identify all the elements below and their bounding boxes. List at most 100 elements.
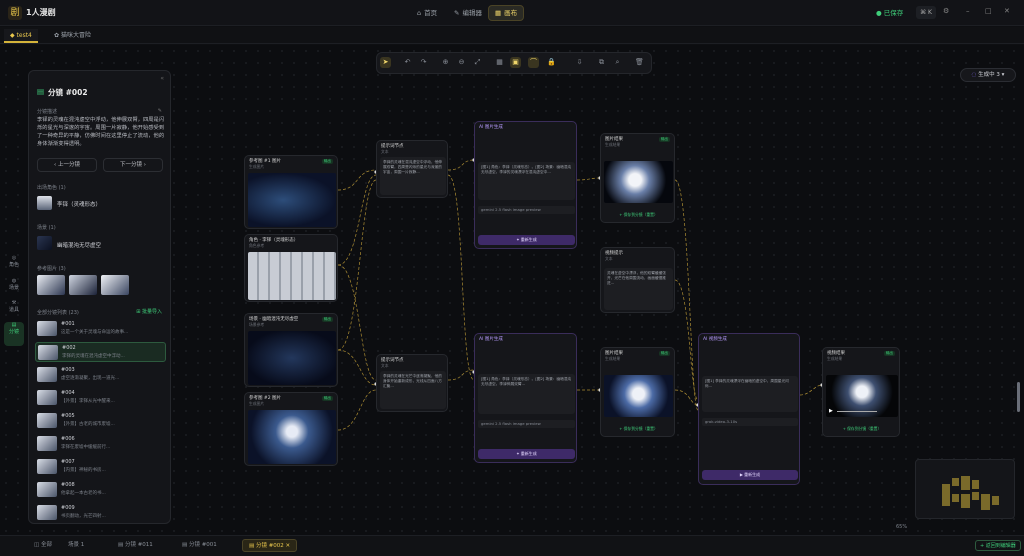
model-select[interactable]: gemini 2.5 flash image preview <box>478 206 575 214</box>
zoom-in-icon[interactable]: ⊕ <box>440 57 451 68</box>
rail-scenes[interactable]: ◍ 场景 <box>4 278 24 302</box>
shot-text: 虚空逐渐凝聚，出现一道光... <box>61 376 120 381</box>
node-subtitle: 生成结果 <box>605 356 621 361</box>
gen-prompt[interactable]: [图1] 角色：李铎（灵魂形态）。[图2] 场景：幽暗混沌无尽虚空。李铎的灵魂漂… <box>478 162 575 200</box>
shot-id: #003 <box>61 367 75 373</box>
character-node[interactable]: 角色 · 李铎（灵魂形态） 角色参考 <box>244 234 338 302</box>
shot-list-item[interactable]: #007 【内景】神秘的书房... <box>35 457 166 477</box>
shot-list-item[interactable]: #005 【外景】古老的城市废墟... <box>35 411 166 431</box>
references-label: 参考图片 (3) <box>37 266 66 272</box>
model-select[interactable]: grok-video-3-10s <box>702 418 798 426</box>
gen-prompt[interactable]: [图1] 角色：李铎（灵魂形态）。[图2] 场景：幽暗混沌无尽虚空。李铎伸展双臂… <box>478 374 575 414</box>
prompt-text[interactable]: 李铎的灵魂在混沌虚空中浮动，他伸展双臂，四周是闪烁的星光与深邃的宇宙，周围一片寂… <box>380 157 446 195</box>
image-node[interactable]: 参考图 #2 图片 生成图片 输出 <box>244 392 338 466</box>
canvas-scrollbar[interactable] <box>1017 382 1020 412</box>
connection-line <box>337 179 377 351</box>
next-shot-button[interactable]: 下一分镜 › <box>103 158 163 172</box>
video-progress-bar[interactable] <box>837 411 877 412</box>
image-node[interactable]: 参考图 #1 图片 生成图片 输出 <box>244 155 338 229</box>
result-image <box>604 375 673 417</box>
video-prompt-node[interactable]: 视频提示 文本 灵魂在虚空中漂浮，他的双臂缓缓张开，光芒在他周围流动，画面缓慢推… <box>600 247 675 313</box>
batch-import-button[interactable]: ⊞ 批量导入 <box>136 308 162 315</box>
scene-thumbnail[interactable] <box>37 236 52 250</box>
save-to-shot-button[interactable]: + 保存到分镜（重置） <box>826 426 898 432</box>
prompt-node[interactable]: 提示词节点 文本 李铎的灵魂在光芒中逐渐凝聚，他的身体开始重新成形，光线从四面八… <box>376 354 448 412</box>
node-subtitle: 生成结果 <box>827 356 843 361</box>
generating-status-pill[interactable]: ◌ 生成中 3 ▾ <box>960 68 1016 82</box>
shot-id: #007 <box>61 459 75 465</box>
node-title: AI 图片生成 <box>479 337 503 342</box>
save-to-shot-button[interactable]: + 保存到分镜（重置） <box>604 426 673 432</box>
node-subtitle: 生成结果 <box>605 142 621 147</box>
export-icon[interactable]: ⇩ <box>574 57 585 68</box>
node-subtitle: 文本 <box>605 256 613 261</box>
video-player[interactable]: ▶ <box>826 375 898 417</box>
regenerate-button[interactable]: ✦ 重新生成 <box>478 235 575 245</box>
character-thumbnail[interactable] <box>37 196 52 210</box>
shot-text: 他拿起一本古老的书... <box>61 491 106 496</box>
select-tool-icon[interactable]: ➤ <box>380 57 391 68</box>
rail-props[interactable]: ⚒ 道具 <box>4 300 24 324</box>
node-subtitle: 文本 <box>381 363 389 368</box>
collapse-icon[interactable]: « <box>160 75 164 82</box>
shot-list-item[interactable]: #006 李铎在废墟中缓缓前行... <box>35 434 166 454</box>
scene-node[interactable]: 场景 · 幽暗混沌无尽虚空 场景参考 输出 <box>244 313 338 387</box>
redo-icon[interactable]: ↷ <box>418 57 429 68</box>
snap-grid-icon[interactable]: ▣ <box>510 57 521 68</box>
shot-list-item[interactable]: #002 李铎的灵魂在混沌虚空中浮动... <box>35 342 166 362</box>
image-result-node[interactable]: 图片结果 生成结果 输出 + 保存到分镜（重置） <box>600 347 675 437</box>
zoom-out-icon[interactable]: ⊖ <box>456 57 467 68</box>
bottom-tab-shot-011[interactable]: ▤ 分镜 #011 <box>112 539 159 552</box>
video-result-node[interactable]: 视频结果 生成结果 输出 ▶ + 保存到分镜（重置） <box>822 347 900 437</box>
bottom-tab-scene[interactable]: 场景 1 <box>62 539 90 552</box>
node-image <box>248 410 336 464</box>
shot-text: 书页翻动，光芒四射... <box>61 514 106 519</box>
video-prompt-text[interactable]: 灵魂在虚空中漂浮，他的双臂缓缓张开，光芒在他周围流动，画面缓慢推进... <box>604 268 673 310</box>
prompt-node[interactable]: 提示词节点 文本 李铎的灵魂在混沌虚空中浮动，他伸展双臂，四周是闪烁的星光与深邃… <box>376 140 448 198</box>
shot-list-item[interactable]: #004 【外景】李铎从光中醒来... <box>35 388 166 408</box>
reference-image[interactable] <box>101 275 129 295</box>
bottom-tab-shot-002[interactable]: ▤ 分镜 #002 ✕ <box>242 539 298 552</box>
prev-shot-button[interactable]: ‹ 上一分镜 <box>37 158 97 172</box>
shot-id: #008 <box>61 482 75 488</box>
prompt-text[interactable]: 李铎的灵魂在光芒中逐渐凝聚，他的身体开始重新成形，光线从四面八方汇聚... <box>380 371 446 409</box>
model-select[interactable]: gemini 2.5 flash image preview <box>478 420 575 428</box>
edit-icon[interactable]: ✎ <box>158 108 162 114</box>
play-icon[interactable]: ▶ <box>829 408 833 414</box>
shot-list-item[interactable]: #001 这是一个关于灵魂与命运的故事... <box>35 319 166 339</box>
regenerate-video-button[interactable]: ▶ 重新生成 <box>702 470 798 480</box>
connection-line <box>447 369 475 381</box>
copy-icon[interactable]: ⧉ <box>596 57 607 68</box>
node-subtitle: 文本 <box>381 149 389 154</box>
image-result-node[interactable]: 图片结果 生成结果 输出 + 保存到分镜（重置） <box>600 133 675 223</box>
grid-icon[interactable]: ▦ <box>494 57 505 68</box>
output-badge: 输出 <box>659 137 670 142</box>
back-to-editor-button[interactable]: + 返回到编辑器 <box>975 540 1021 551</box>
ai-image-gen-node[interactable]: AI 图片生成 [图1] 角色：李铎（灵魂形态）。[图2] 场景：幽暗混沌无尽虚… <box>474 121 577 249</box>
save-to-shot-button[interactable]: + 保存到分镜（重置） <box>604 212 673 218</box>
shot-id: #006 <box>61 436 75 442</box>
connection-line <box>337 169 377 191</box>
delete-icon[interactable]: 🗑 <box>634 57 645 68</box>
connection-line <box>576 177 601 181</box>
shot-list-item[interactable]: #009 书页翻动，光芒四射... <box>35 503 166 523</box>
curve-icon[interactable]: ⌒ <box>528 57 539 68</box>
bottom-tab-shot-001[interactable]: ▤ 分镜 #001 <box>176 539 223 552</box>
rail-characters[interactable]: ◎ 角色 <box>4 255 24 279</box>
layers-icon: ◫ <box>34 542 41 548</box>
shot-list-item[interactable]: #008 他拿起一本古老的书... <box>35 480 166 500</box>
undo-icon[interactable]: ↶ <box>402 57 413 68</box>
video-gen-prompt[interactable]: [图1] 李铎的灵魂漂浮在幽暗的虚空中，周围星光闪烁... <box>702 376 798 412</box>
regenerate-button[interactable]: ✦ 重新生成 <box>478 449 575 459</box>
search-icon[interactable]: ⌕ <box>612 57 623 68</box>
shot-list-item[interactable]: #003 虚空逐渐凝聚，出现一道光... <box>35 365 166 385</box>
reference-image[interactable] <box>37 275 65 295</box>
fit-view-icon[interactable]: ⤢ <box>472 57 483 68</box>
rail-storyboard[interactable]: ▤ 分镜 <box>4 322 24 346</box>
minimap[interactable] <box>915 459 1015 519</box>
ai-video-gen-node[interactable]: AI 视频生成 [图1] 李铎的灵魂漂浮在幽暗的虚空中，周围星光闪烁... gr… <box>698 333 800 485</box>
filter-all[interactable]: ◫ 全部 <box>28 539 58 552</box>
ai-image-gen-node[interactable]: AI 图片生成 [图1] 角色：李铎（灵魂形态）。[图2] 场景：幽暗混沌无尽虚… <box>474 333 577 463</box>
reference-image[interactable] <box>69 275 97 295</box>
lock-icon[interactable]: 🔒 <box>546 57 557 68</box>
